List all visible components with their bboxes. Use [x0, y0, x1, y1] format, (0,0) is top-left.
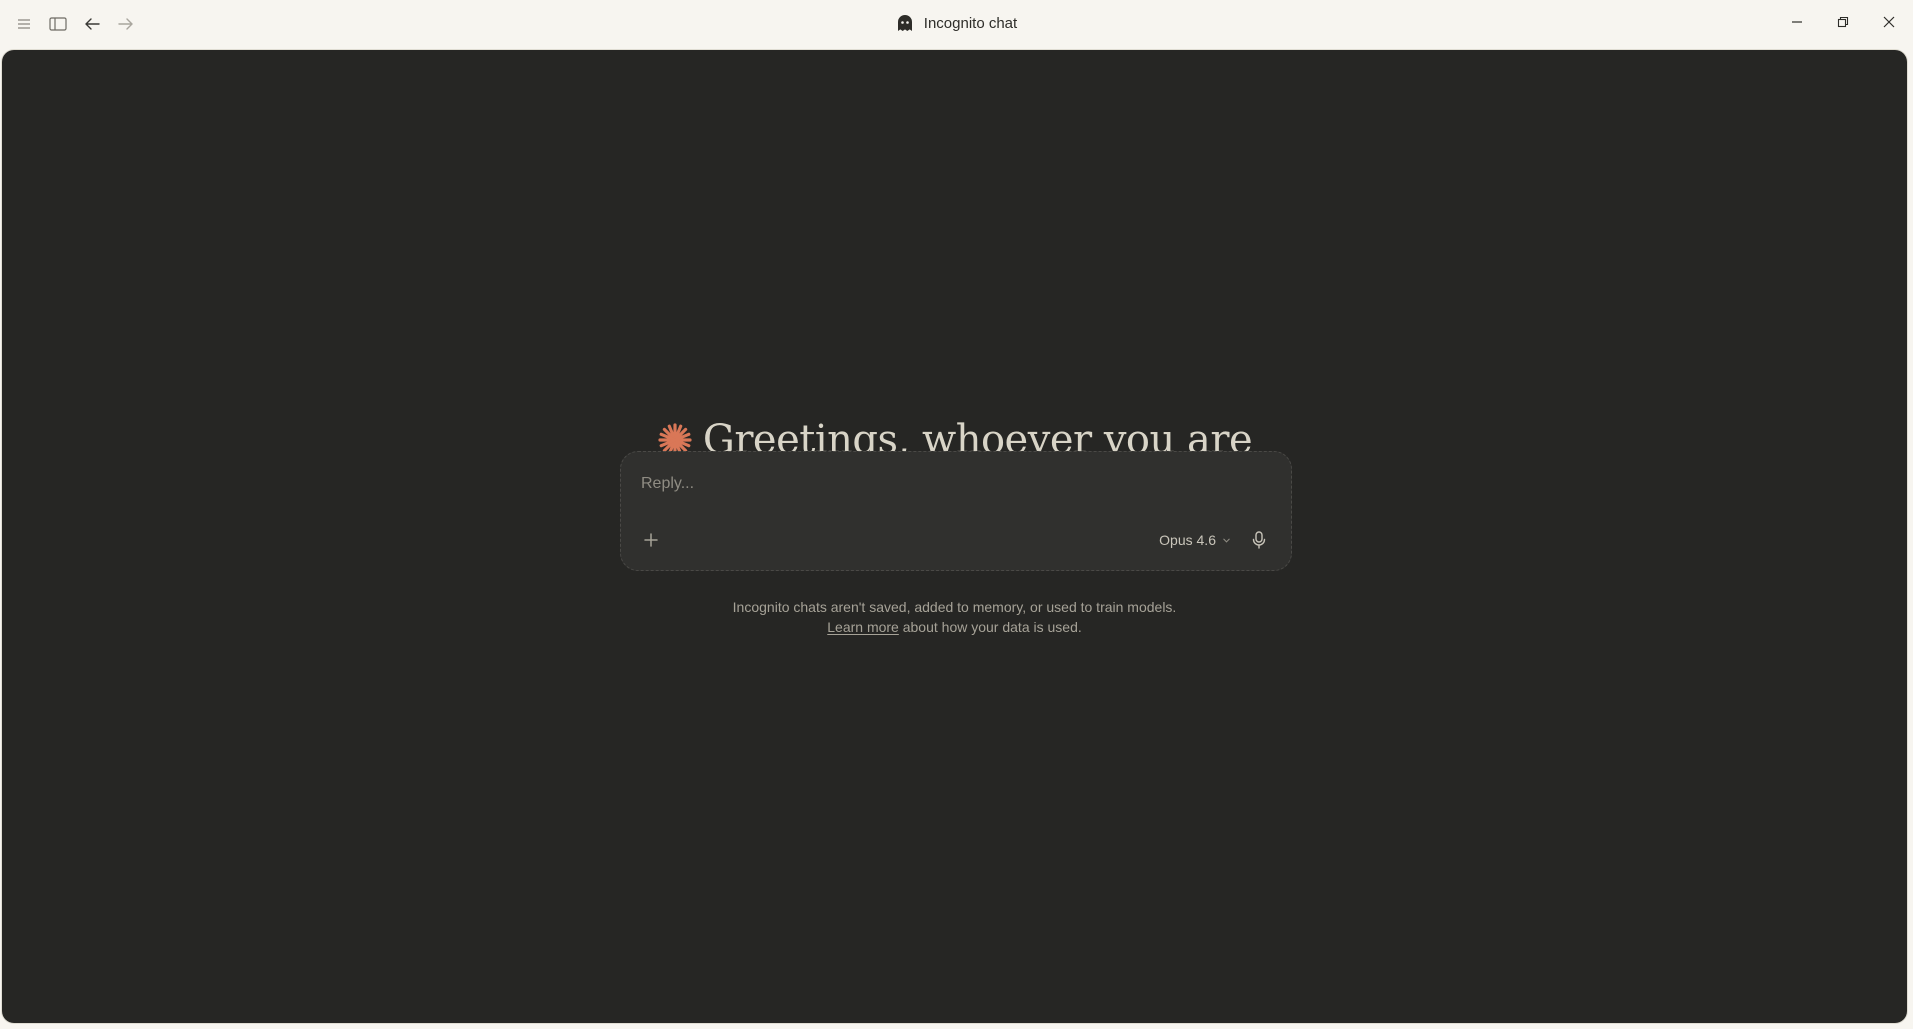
- plus-icon: [644, 533, 658, 547]
- minimize-icon: [1792, 21, 1802, 23]
- close-icon: [1883, 16, 1895, 28]
- microphone-icon: [1252, 531, 1266, 549]
- incognito-notice-line2-text: about how your data is used.: [898, 619, 1082, 635]
- window-title: Incognito chat: [0, 12, 1913, 34]
- model-selector[interactable]: Opus 4.6: [1159, 528, 1231, 552]
- title-bar: Incognito chat: [0, 0, 1913, 48]
- restore-icon: [1837, 16, 1849, 28]
- close-button[interactable]: [1873, 8, 1905, 36]
- add-attachment-button[interactable]: [637, 526, 665, 554]
- ghost-icon: [897, 15, 912, 31]
- window-title-text: Incognito chat: [923, 14, 1018, 32]
- incognito-notice-line1: Incognito chats aren't saved, added to m…: [732, 599, 1177, 615]
- reply-input[interactable]: [641, 472, 1261, 496]
- voice-input-button[interactable]: [1245, 526, 1273, 554]
- minimize-button[interactable]: [1781, 8, 1813, 36]
- restore-button[interactable]: [1827, 8, 1859, 36]
- learn-more-link[interactable]: Learn more: [827, 619, 899, 635]
- window-controls: [1781, 8, 1905, 36]
- incognito-notice: Incognito chats aren't saved, added to m…: [2, 597, 1907, 637]
- incognito-notice-line2: Learn more about how your data is used.: [2, 617, 1907, 637]
- model-selector-label: Opus 4.6: [1159, 532, 1216, 548]
- chevron-down-icon: [1223, 538, 1230, 543]
- chat-main-panel: Greetings, whoever you are Opus 4.6 Inco…: [2, 50, 1907, 1023]
- message-composer: Opus 4.6: [620, 451, 1292, 571]
